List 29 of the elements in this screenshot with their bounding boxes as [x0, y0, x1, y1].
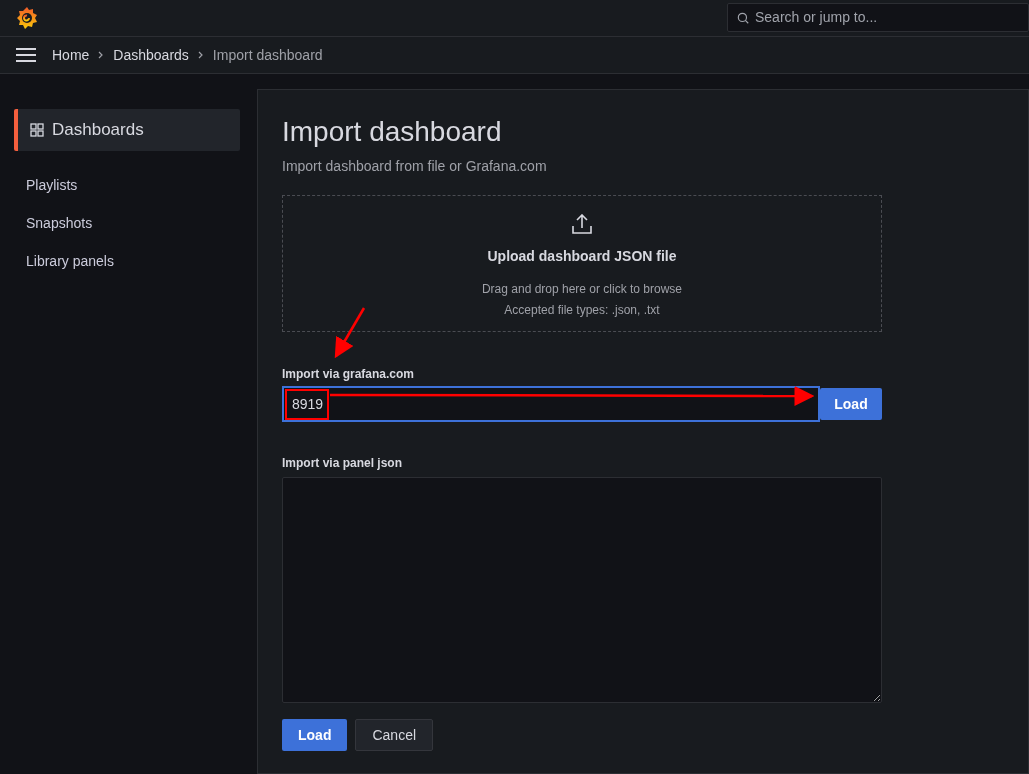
field-label: Import via grafana.com: [282, 366, 416, 383]
panel-json-field[interactable]: [282, 477, 882, 703]
menu-icon[interactable]: [16, 48, 36, 62]
logo-icon[interactable]: [16, 6, 38, 30]
breadcrumb-link[interactable]: Import dashboard: [212, 44, 323, 66]
upload-dropzone[interactable]: Upload dashboard JSON file Drag and drop here or click to browse Accepted file types: .json, .txt: [282, 195, 882, 332]
search-field[interactable]: Search or jump to...: [727, 2, 1029, 32]
breadcrumb-link[interactable]: Dashboards: [113, 44, 189, 66]
sidebar-link[interactable]: Library panels: [14, 242, 240, 280]
chevron-icon: [196, 51, 205, 59]
sidebar-link[interactable]: Snapshots: [14, 204, 240, 242]
upload-title: Upload dashboard JSON file: [487, 247, 677, 266]
cancel-button[interactable]: Cancel: [355, 719, 434, 751]
id-input[interactable]: 8919: [285, 388, 329, 420]
sidebar-section[interactable]: Dashboards: [14, 109, 240, 151]
load-button[interactable]: Load: [820, 388, 882, 420]
breadcrumb-link[interactable]: Home: [52, 44, 90, 66]
field-label: Import via panel json: [282, 455, 404, 472]
load-button[interactable]: Load: [282, 719, 348, 751]
search-icon: [736, 10, 750, 25]
annotation-arrow: [334, 307, 366, 359]
grid-icon: [30, 123, 44, 137]
page-subtitle: Import dashboard from file or Grafana.com: [282, 157, 548, 176]
upload-icon: [571, 214, 593, 234]
accepted-types: Accepted file types: .json, .txt: [504, 302, 660, 319]
upload-hint: Drag and drop here or click to browse: [481, 281, 683, 298]
sidebar-link[interactable]: Playlists: [14, 166, 240, 204]
page-title: Import dashboard: [282, 116, 503, 148]
grafana-id-field[interactable]: 8919: [282, 386, 820, 422]
